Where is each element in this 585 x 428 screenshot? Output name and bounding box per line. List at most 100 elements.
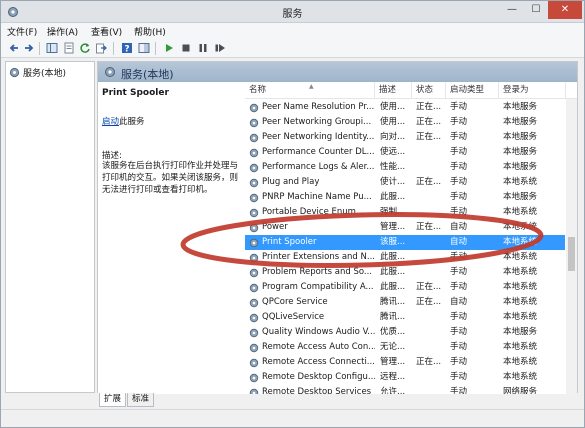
forward-icon[interactable] [23,42,35,54]
service-gear-icon [249,313,259,322]
table-row[interactable]: Peer Networking Identity... 向对... 正在... 手动 本… [245,130,565,145]
service-name-cell: Printer Extensions and N... [249,250,375,265]
service-name-cell: Portable Device Enum... [249,205,375,220]
service-gear-icon [249,223,259,232]
start-icon[interactable] [163,42,175,54]
tab-extended[interactable]: 扩展 [99,393,127,407]
table-row[interactable]: Remote Access Connecti... 管理... 正在... 手动 本地系… [245,355,565,370]
service-gear-icon [249,328,259,337]
refresh-icon[interactable] [79,42,91,54]
service-gear-icon [249,208,259,217]
menu-action[interactable]: 操作(A) [47,25,78,38]
toolbar-separator [155,42,156,55]
service-name-text: Quality Windows Audio V... [262,327,375,337]
service-gear-icon [249,238,259,247]
service-startup-type-cell: 手动 [450,162,468,172]
service-name-text: Printer Extensions and N... [262,252,375,262]
service-description-cell: 优质... [380,327,406,337]
table-row[interactable]: Remote Desktop Services 允许... 手动 网络服务 [245,385,565,394]
service-name-cell: QPCore Service [249,295,375,310]
service-description-cell: 使远... [380,147,406,157]
menu-file[interactable]: 文件(F) [7,25,37,38]
tree-item-services-local[interactable]: 服务(本地) [9,65,66,79]
table-row[interactable]: Plug and Play 使计... 正在... 手动 本地系统 [245,175,565,190]
help-icon[interactable]: ? [121,42,133,54]
window-title: 服务 [282,9,303,20]
table-row[interactable]: Performance Logs & Aler... 性能... 手动 本地服务 [245,160,565,175]
export-icon[interactable] [95,42,107,54]
column-header-status[interactable]: 状态 [412,82,446,99]
table-row[interactable]: PNRP Machine Name Pu... 此服... 手动 本地服务 [245,190,565,205]
service-name-text: Plug and Play [262,177,320,187]
properties-icon[interactable] [63,42,75,54]
console-tree-icon[interactable] [46,42,58,54]
close-button[interactable]: ✕ [548,1,582,19]
service-status-cell: 正在... [416,282,442,292]
tab-standard[interactable]: 标准 [127,393,155,407]
stop-icon[interactable] [180,42,192,54]
service-startup-type-cell: 手动 [450,282,468,292]
service-description-cell: 此服... [380,192,406,202]
table-row[interactable]: Remote Desktop Configu... 远程... 手动 本地系统 [245,370,565,385]
service-startup-type-cell: 手动 [450,372,468,382]
service-description-cell: 腾讯... [380,312,406,322]
service-logon-cell: 本地系统 [503,237,538,247]
table-row[interactable]: Power 管理... 正在... 自动 本地系统 [245,220,565,235]
service-gear-icon [249,103,259,112]
service-startup-type-cell: 手动 [450,192,468,202]
column-header-description[interactable]: 描述 [375,82,412,99]
service-name-text: Peer Networking Groupi... [262,117,372,127]
table-row[interactable]: Problem Reports and So... 此服... 手动 本地系统 [245,265,565,280]
table-row[interactable]: Printer Extensions and N... 此服... 手动 本地系统 [245,250,565,265]
service-logon-cell: 本地系统 [503,267,538,277]
table-row[interactable]: QQLiveService 腾讯... 手动 本地系统 [245,310,565,325]
vertical-scrollbar[interactable] [566,99,577,394]
service-logon-cell: 本地服务 [503,147,538,157]
service-status-cell: 正在... [416,117,442,127]
service-name-cell: Remote Desktop Services [249,385,375,394]
service-description-cell: 性能... [380,162,406,172]
toolbar-separator [113,42,114,55]
column-header-startup-type[interactable]: 启动类型 [446,82,499,99]
service-logon-cell: 本地系统 [503,357,538,367]
table-row[interactable]: Peer Name Resolution Pr... 使用... 正在... 手动 本地… [245,100,565,115]
service-startup-type-cell: 自动 [450,222,468,232]
back-icon[interactable] [8,42,20,54]
table-row[interactable]: Remote Access Auto Con... 无论... 手动 本地系统 [245,340,565,355]
service-logon-cell: 本地系统 [503,252,538,262]
table-row[interactable]: QPCore Service 腾讯... 正在... 自动 本地系统 [245,295,565,310]
service-startup-type-cell: 手动 [450,357,468,367]
show-hide-icon[interactable] [138,42,150,54]
column-header-logon-as[interactable]: 登录为 [499,82,566,99]
table-row[interactable]: Quality Windows Audio V... 优质... 手动 本地服务 [245,325,565,340]
service-startup-type-cell: 手动 [450,207,468,217]
service-gear-icon [249,178,259,187]
start-service-link[interactable]: 启动 [102,117,119,127]
minimize-button[interactable]: — [500,1,524,19]
menu-view[interactable]: 查看(V) [91,25,122,38]
service-startup-type-cell: 手动 [450,342,468,352]
svg-text:?: ? [124,45,129,55]
service-status-cell [416,235,444,250]
service-description-cell: 此服... [380,267,406,277]
details-header-title: 服务(本地) [121,68,174,81]
service-status-cell: 正在... [416,297,442,307]
service-status-cell [416,265,444,280]
table-row[interactable]: Peer Networking Groupi... 使用... 正在... 手动 本地服… [245,115,565,130]
service-name-cell: Power [249,220,375,235]
table-row[interactable]: Program Compatibility A... 此服... 正在... 手动 本地… [245,280,565,295]
service-logon-cell: 本地服务 [503,327,538,337]
table-row[interactable]: Performance Counter DL... 使远... 手动 本地服务 [245,145,565,160]
table-row[interactable]: Print Spooler 该服... 自动 本地系统 [245,235,565,250]
service-description-cell: 该服... [380,237,406,247]
scrollbar-thumb[interactable] [568,237,575,271]
services-header-icon [105,67,115,77]
table-row[interactable]: Portable Device Enum... 强制... 手动 本地系统 [245,205,565,220]
service-name-text: Peer Name Resolution Pr... [262,102,375,112]
service-name-cell: QQLiveService [249,310,375,325]
service-description-cell: 腾讯... [380,297,406,307]
pause-icon[interactable] [197,42,209,54]
maximize-button[interactable]: ☐ [524,1,548,19]
menu-help[interactable]: 帮助(H) [134,25,166,38]
restart-icon[interactable] [214,42,226,54]
